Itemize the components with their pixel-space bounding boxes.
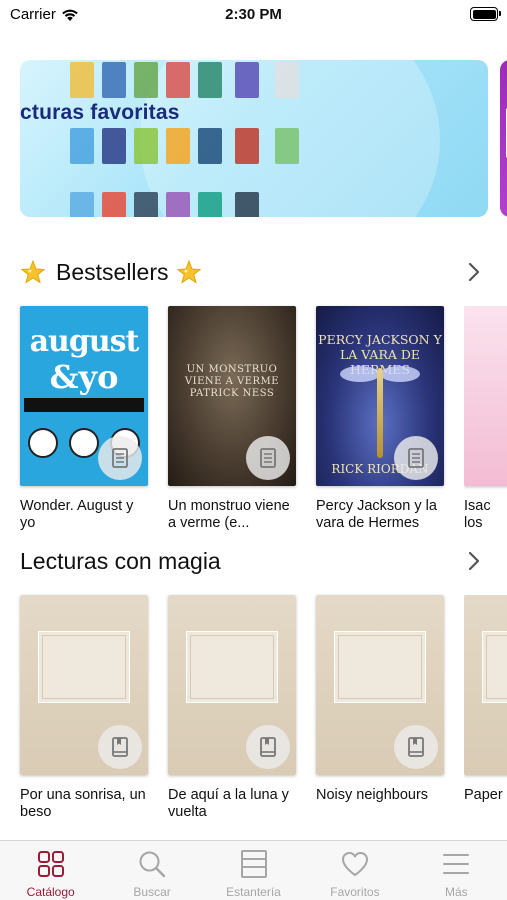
star-icon (20, 259, 46, 284)
next-banner-peek[interactable] (500, 60, 507, 217)
book-cover[interactable] (20, 595, 148, 775)
featured-banner[interactable]: cturas favoritas (20, 60, 488, 217)
search-icon (139, 851, 166, 878)
book-card[interactable]: Paper (464, 595, 507, 821)
book-title: Isac los (464, 498, 491, 531)
book-cover[interactable]: PERCY JACKSON Y LA VARA DE HERMES RICK R… (316, 306, 444, 486)
cover-title: UN MONSTRUO VIENE A VERME PATRICK NESS (184, 364, 280, 399)
star-icon (177, 259, 202, 284)
grid-icon (37, 851, 64, 877)
tab-label: Favoritos (330, 885, 380, 899)
book-cover[interactable]: UN MONSTRUO VIENE A VERME PATRICK NESS (168, 306, 296, 486)
read-sample-button[interactable] (394, 436, 438, 480)
tab-buscar[interactable]: Buscar (101, 841, 202, 900)
tab-catalogo[interactable]: Catálogo (0, 841, 101, 900)
bookmark-book-icon (260, 737, 276, 757)
banner-book-wall (30, 60, 350, 217)
cover-title: august (29, 324, 140, 359)
status-bar: Carrier 2:30 PM (0, 0, 507, 30)
read-sample-button[interactable] (98, 725, 142, 769)
tab-estanteria[interactable]: Estantería (203, 841, 304, 900)
tab-favoritos[interactable]: Favoritos (304, 841, 405, 900)
read-sample-button[interactable] (246, 436, 290, 480)
section-title: Lecturas con magia (20, 547, 221, 574)
section-header-lecturas-con-magia[interactable]: Lecturas con magia (20, 543, 487, 579)
book-cover[interactable] (168, 595, 296, 775)
book-icon (260, 448, 276, 468)
bookmark-book-icon (112, 737, 128, 757)
book-title: Un monstruo viene a verme (e... (168, 498, 290, 531)
chevron-right-icon[interactable] (463, 550, 485, 572)
tab-bar: Catálogo Buscar Estantería Favoritos Más (0, 840, 507, 900)
heart-icon (341, 852, 368, 876)
book-cover[interactable]: august &yo (20, 306, 148, 486)
book-title: Percy Jackson y la vara de Hermes (316, 498, 437, 531)
tab-label: Buscar (133, 885, 171, 899)
book-card[interactable]: UN MONSTRUO VIENE A VERME PATRICK NESS U… (168, 306, 296, 532)
bookshelf-icon (240, 850, 267, 878)
book-title: De aquí a la luna y vuelta (168, 787, 289, 820)
read-sample-button[interactable] (246, 725, 290, 769)
book-title: Wonder. August y yo (20, 498, 134, 531)
cover-subtitle: &yo (49, 358, 119, 396)
read-sample-button[interactable] (394, 725, 438, 769)
chevron-right-icon[interactable] (463, 261, 485, 283)
book-card[interactable]: august &yo Wonder. August y yo (20, 306, 148, 532)
tab-label: Catálogo (26, 885, 75, 899)
tab-label: Estantería (226, 885, 281, 899)
book-title: Paper (464, 787, 503, 803)
book-card[interactable]: Isac los (464, 306, 507, 532)
tab-label: Más (444, 885, 468, 899)
book-card[interactable]: Por una sonrisa, un beso (20, 595, 148, 821)
bookmark-book-icon (408, 737, 424, 757)
book-card[interactable]: PERCY JACKSON Y LA VARA DE HERMES RICK R… (316, 306, 444, 532)
book-icon (408, 448, 424, 468)
book-cover[interactable] (316, 595, 444, 775)
book-title: Por una sonrisa, un beso (20, 787, 146, 820)
clock: 2:30 PM (225, 6, 282, 23)
section-title: Bestsellers (56, 258, 169, 285)
book-cover[interactable] (464, 595, 507, 775)
read-sample-button[interactable] (98, 436, 142, 480)
battery-icon (470, 7, 501, 21)
banner-title: cturas favoritas (20, 101, 180, 124)
book-card[interactable]: De aquí a la luna y vuelta (168, 595, 296, 821)
menu-icon (443, 854, 470, 874)
book-cover[interactable] (464, 306, 507, 486)
book-title: Noisy neighbours (316, 787, 429, 803)
book-card[interactable]: Noisy neighbours (316, 595, 444, 821)
tab-mas[interactable]: Más (406, 841, 507, 900)
section-header-bestsellers[interactable]: Bestsellers (20, 254, 487, 290)
book-icon (112, 448, 128, 468)
